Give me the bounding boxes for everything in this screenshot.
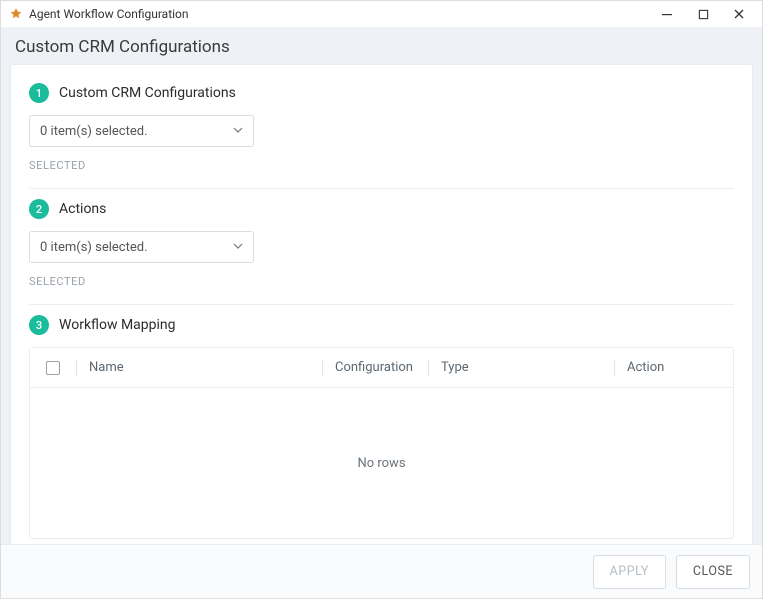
crm-select-value: 0 item(s) selected.: [40, 124, 148, 139]
mapping-table: Name Configuration Type Action No rows: [29, 347, 734, 539]
select-all-cell[interactable]: [30, 361, 76, 375]
footer-bar: APPLY CLOSE: [1, 544, 762, 598]
section-title-crm: Custom CRM Configurations: [59, 85, 236, 101]
window-title: Agent Workflow Configuration: [29, 7, 189, 21]
close-button[interactable]: [728, 3, 750, 25]
table-header-row: Name Configuration Type Action: [30, 348, 733, 388]
section-crm: 1 Custom CRM Configurations 0 item(s) se…: [29, 73, 734, 189]
section-title-mapping: Workflow Mapping: [59, 317, 176, 333]
table-body: No rows: [30, 388, 733, 538]
step-badge-2: 2: [29, 199, 49, 219]
step-badge-1: 1: [29, 83, 49, 103]
app-icon: [9, 7, 23, 21]
section-mapping: 3 Workflow Mapping Name Configuration Ty…: [29, 305, 734, 547]
actions-select[interactable]: 0 item(s) selected.: [29, 231, 254, 263]
crm-select[interactable]: 0 item(s) selected.: [29, 115, 254, 147]
page-header: Custom CRM Configurations: [1, 27, 762, 65]
select-all-checkbox[interactable]: [46, 361, 60, 375]
section-actions: 2 Actions 0 item(s) selected. SELECTED: [29, 189, 734, 305]
col-header-action[interactable]: Action: [615, 360, 733, 375]
col-header-configuration[interactable]: Configuration: [323, 360, 428, 375]
chevron-down-icon: [233, 240, 243, 255]
content-area: 1 Custom CRM Configurations 0 item(s) se…: [1, 65, 762, 555]
col-header-name[interactable]: Name: [77, 360, 322, 375]
actions-selected-label: SELECTED: [29, 275, 734, 288]
actions-select-value: 0 item(s) selected.: [40, 240, 148, 255]
col-header-type[interactable]: Type: [429, 360, 614, 375]
page-title: Custom CRM Configurations: [15, 37, 230, 57]
section-title-actions: Actions: [59, 201, 106, 217]
title-bar: Agent Workflow Configuration: [1, 1, 762, 27]
crm-selected-label: SELECTED: [29, 159, 734, 172]
window-controls: [656, 3, 756, 25]
apply-button[interactable]: APPLY: [593, 555, 666, 589]
step-badge-3: 3: [29, 315, 49, 335]
close-dialog-button[interactable]: CLOSE: [676, 555, 750, 589]
main-card[interactable]: 1 Custom CRM Configurations 0 item(s) se…: [11, 65, 752, 547]
empty-state-text: No rows: [357, 456, 405, 471]
minimize-button[interactable]: [656, 3, 678, 25]
chevron-down-icon: [233, 124, 243, 139]
maximize-button[interactable]: [692, 3, 714, 25]
